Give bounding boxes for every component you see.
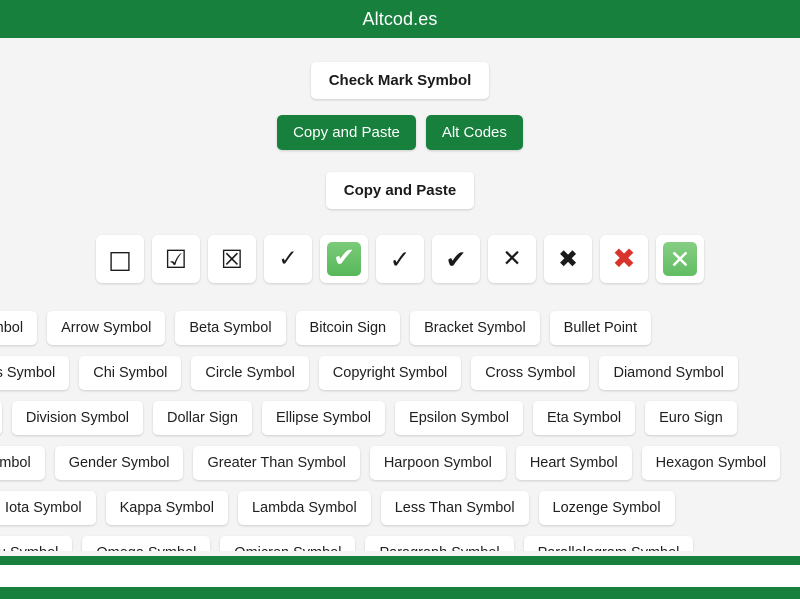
symbol-tag-link[interactable]: Paragraph Symbol [365, 535, 514, 551]
check-mark-symbol[interactable]: ✓ [376, 235, 424, 283]
symbol-tag-link[interactable]: Nu Symbol [0, 535, 73, 551]
copy-and-paste-button-green[interactable]: Copy and Paste [277, 115, 416, 150]
ballot-box-with-x-symbol[interactable]: ☒ [208, 235, 256, 283]
heavy-multiplication-x-symbol-glyph: ✖ [557, 245, 579, 273]
ballot-box-with-check-symbol[interactable]: ☑ [152, 235, 200, 283]
symbol-tag-link[interactable]: Division Symbol [11, 400, 144, 435]
symbol-tag-link[interactable]: Lozenge Symbol [538, 490, 675, 525]
symbol-tag-link[interactable]: Harpoon Symbol [369, 445, 506, 480]
symbol-tag-link[interactable]: Hexagon Symbol [641, 445, 781, 480]
symbol-tag-link[interactable]: Eta Symbol [532, 400, 636, 435]
white-heavy-check-mark-emoji-glyph: ✔ [333, 243, 355, 273]
ballot-box-with-check-symbol-glyph: ☑ [164, 244, 188, 274]
cross-mark-symbol[interactable]: ✖ [600, 235, 648, 283]
white-heavy-check-mark-emoji-box: ✔ [327, 242, 361, 276]
cross-mark-symbol-glyph: ✖ [612, 242, 636, 275]
button-row-tertiary: Copy and Paste [0, 172, 800, 209]
white-square-symbol-glyph: □ [108, 244, 132, 274]
multiplication-x-symbol[interactable]: ✕ [488, 235, 536, 283]
symbol-tag-link[interactable]: Bracket Symbol [410, 310, 540, 345]
site-title: Altcod.es [362, 9, 438, 29]
symbol-tag-link[interactable]: Arrow Symbol [47, 310, 166, 345]
symbol-tag-row: Fraction SymbolGamma SymbolGender Symbol… [0, 440, 800, 485]
symbol-tag-link[interactable]: Diamond Symbol [599, 355, 738, 390]
check-mark-light-symbol-glyph: ✓ [278, 245, 298, 272]
symbol-tag-row: Delta SymbolDiagonal SymbolDivision Symb… [0, 395, 800, 440]
symbol-tag-row: Infinity SymbolIntegral SymbolIota Symbo… [0, 485, 800, 530]
symbol-tag-link[interactable]: Bullet Point [549, 310, 652, 345]
heavy-check-mark-symbol-glyph: ✔ [445, 244, 467, 274]
symbol-tag-link[interactable]: Less Than Symbol [380, 490, 529, 525]
symbol-tag-link[interactable]: Iota Symbol [0, 490, 96, 525]
symbol-tag-link[interactable]: Ellipse Symbol [261, 400, 386, 435]
white-heavy-check-mark-emoji[interactable]: ✔ [320, 235, 368, 283]
symbol-tag-link[interactable]: Beta Symbol [175, 310, 286, 345]
footer-gap [0, 565, 800, 587]
footer-bar-bottom [0, 587, 800, 599]
symbol-tag-row: Alpha SymbolAngle SymbolArc SymbolArrow … [0, 305, 800, 350]
site-header: Altcod.es [0, 0, 800, 38]
copy-and-paste-button-white[interactable]: Copy and Paste [325, 172, 475, 209]
symbol-tag-row: Check Mark SymbolChess SymbolChi SymbolC… [0, 350, 800, 395]
symbol-tag-link[interactable]: Arc Symbol [0, 310, 38, 345]
white-square-symbol[interactable]: □ [96, 235, 144, 283]
negative-squared-cross-mark-emoji[interactable]: ✕ [656, 235, 704, 283]
symbol-tag-list-viewport: Alpha SymbolAngle SymbolArc SymbolArrow … [0, 305, 800, 551]
symbol-tag-link[interactable]: Greater Than Symbol [193, 445, 360, 480]
heavy-multiplication-x-symbol[interactable]: ✖ [544, 235, 592, 283]
symbol-tag-link[interactable]: Heart Symbol [515, 445, 632, 480]
button-row-primary: Check Mark Symbol [0, 62, 800, 99]
symbol-tag-link[interactable]: Euro Sign [645, 400, 737, 435]
symbol-tag-link[interactable]: Copyright Symbol [318, 355, 462, 390]
symbol-tag-row: Mu SymbolMusic Note SymbolNu SymbolOmega… [0, 530, 800, 551]
symbol-tag-link[interactable]: Epsilon Symbol [395, 400, 523, 435]
negative-squared-cross-mark-emoji-box: ✕ [663, 242, 697, 276]
check-mark-symbol-button[interactable]: Check Mark Symbol [310, 62, 490, 99]
page-root: Altcod.es Check Mark Symbol Copy and Pas… [0, 0, 800, 599]
check-mark-light-symbol[interactable]: ✓ [264, 235, 312, 283]
symbol-tag-link[interactable]: Omega Symbol [82, 535, 211, 551]
symbol-tag-link[interactable]: Gender Symbol [54, 445, 184, 480]
button-row-secondary: Copy and Paste Alt Codes [0, 115, 800, 150]
check-mark-symbol-glyph: ✓ [389, 244, 411, 274]
symbol-tag-link[interactable]: Omicron Symbol [220, 535, 356, 551]
heavy-check-mark-symbol[interactable]: ✔ [432, 235, 480, 283]
symbol-tag-link[interactable]: Gamma Symbol [0, 445, 45, 480]
footer-bar-top [0, 556, 800, 565]
symbol-tag-link[interactable]: Bitcoin Sign [295, 310, 401, 345]
multiplication-x-symbol-glyph: ✕ [502, 245, 522, 272]
main-content: Check Mark Symbol Copy and Paste Alt Cod… [0, 38, 800, 551]
symbol-tag-link[interactable]: Parallelogram Symbol [523, 535, 694, 551]
symbol-tag-link[interactable]: Lambda Symbol [237, 490, 371, 525]
symbol-tag-link[interactable]: Diagonal Symbol [0, 400, 2, 435]
symbol-tag-link[interactable]: Cross Symbol [471, 355, 590, 390]
symbol-tag-link[interactable]: Circle Symbol [191, 355, 309, 390]
symbol-tag-link[interactable]: Kappa Symbol [105, 490, 228, 525]
symbol-tag-link[interactable]: Chess Symbol [0, 355, 70, 390]
symbol-tag-list: Alpha SymbolAngle SymbolArc SymbolArrow … [0, 305, 800, 551]
symbol-tag-link[interactable]: Chi Symbol [79, 355, 182, 390]
alt-codes-button[interactable]: Alt Codes [425, 115, 523, 150]
symbol-tag-link[interactable]: Dollar Sign [153, 400, 252, 435]
ballot-box-with-x-symbol-glyph: ☒ [220, 244, 244, 274]
symbol-strip: □ ☑ ☒ ✓ ✔ ✓ ✔ ✕ ✖ ✖ ✕ [0, 235, 800, 283]
negative-squared-cross-mark-emoji-glyph: ✕ [669, 244, 691, 274]
